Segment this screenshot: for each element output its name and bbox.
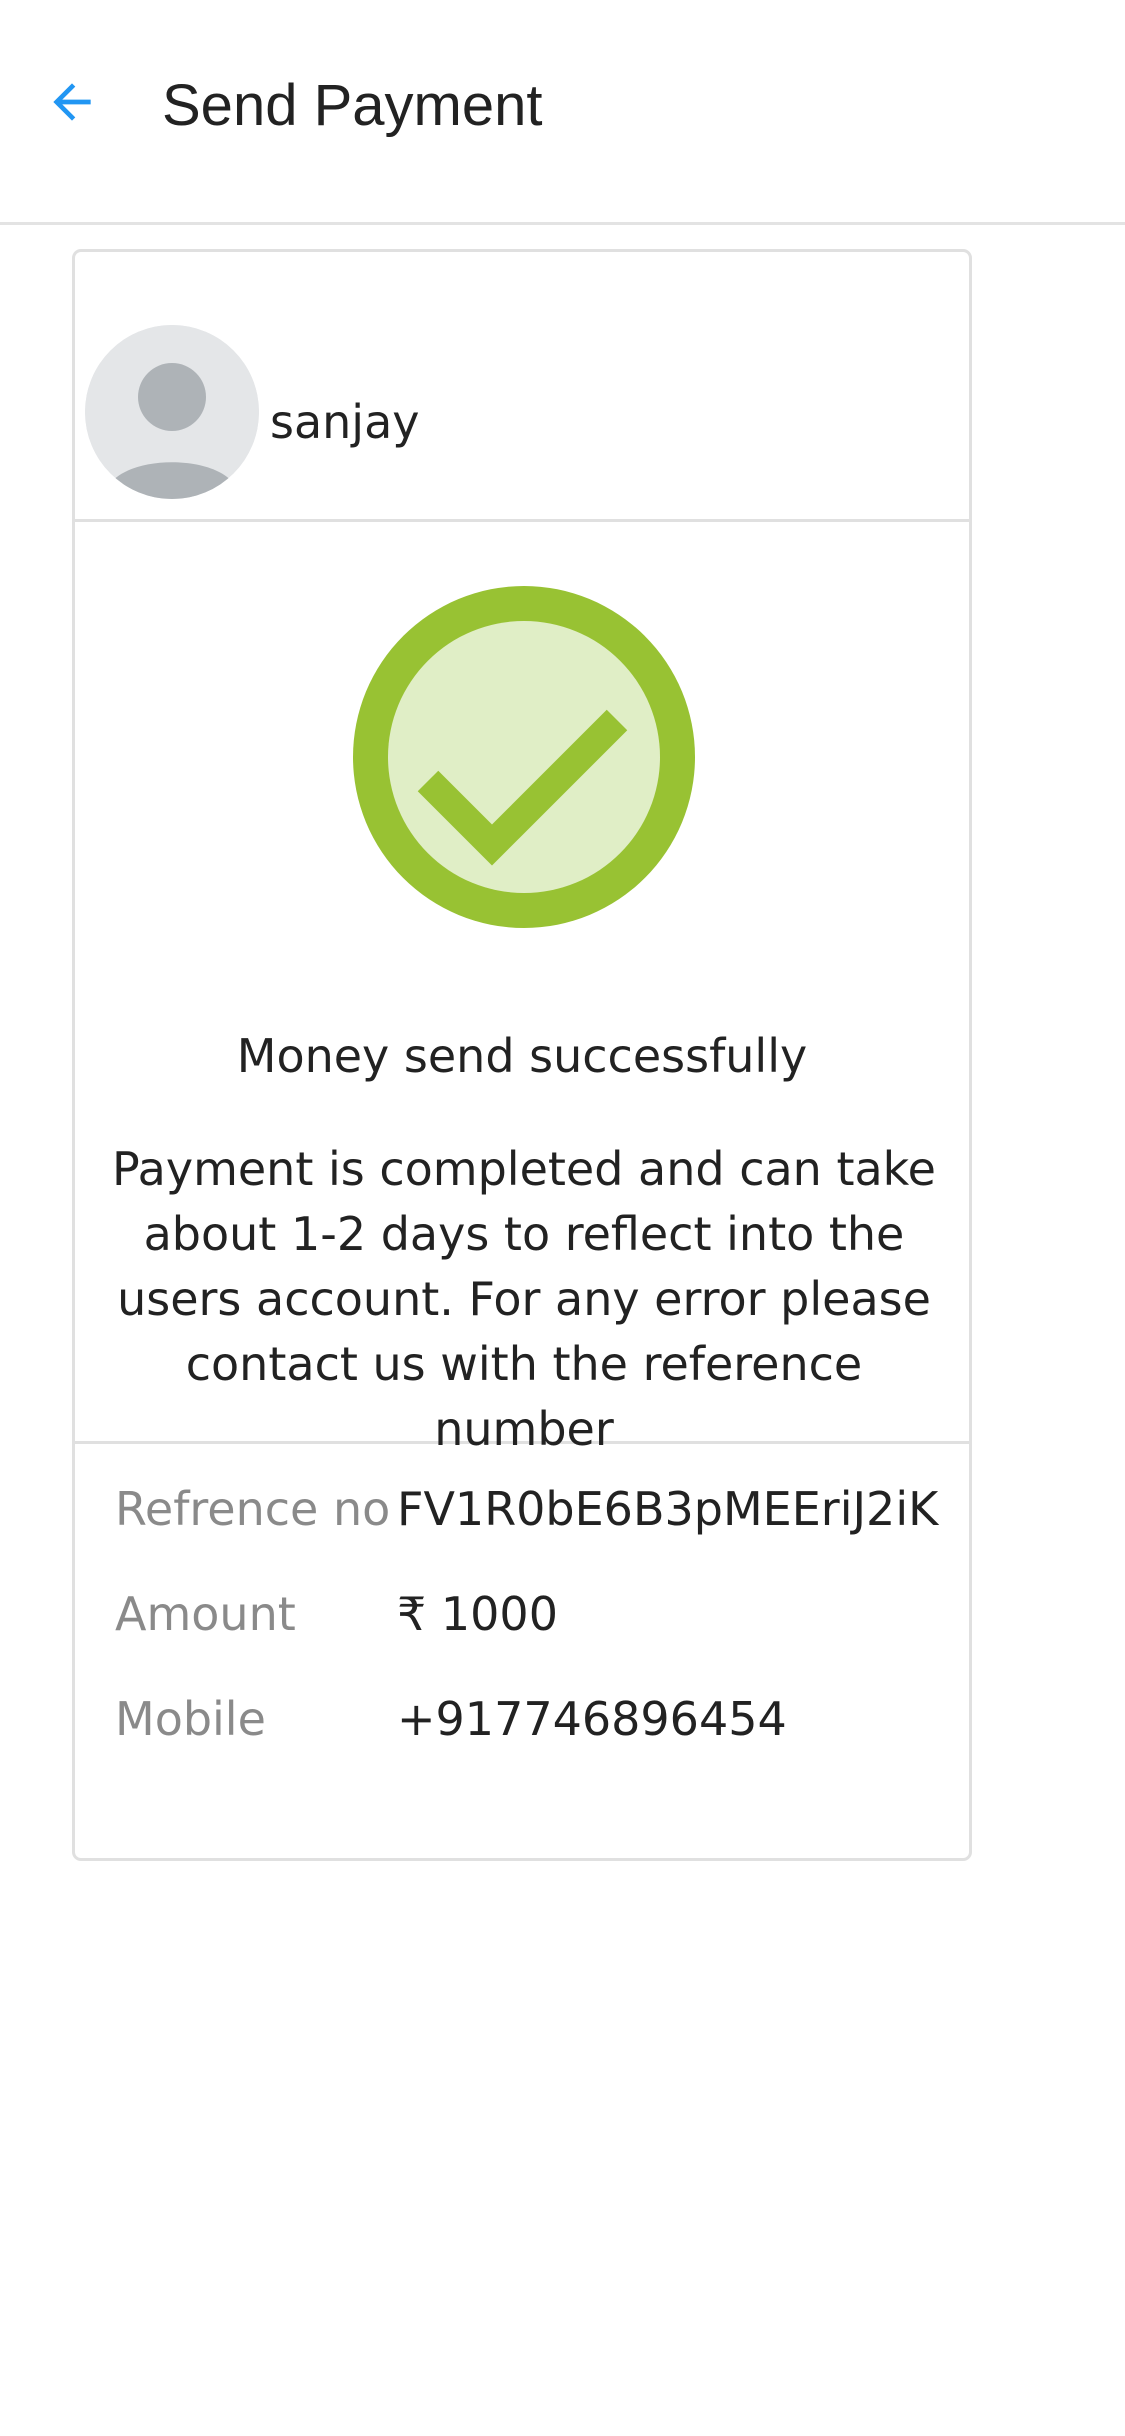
- user-avatar-icon: [85, 325, 259, 499]
- success-message: Payment is completed and can take about …: [111, 1142, 936, 1456]
- reference-row: Refrence no FV1R0bE6B3pMEEriJ2iK: [115, 1479, 938, 1539]
- success-section: Money send successfully Payment is compl…: [75, 522, 969, 1456]
- recipient-name: sanjay: [270, 395, 420, 449]
- payment-receipt-card: sanjay Money send successfully Payment i…: [72, 249, 972, 1861]
- back-button[interactable]: [36, 66, 108, 138]
- success-title: Money send successfully: [236, 1029, 808, 1083]
- mobile-label: Mobile: [115, 1692, 266, 1746]
- amount-row: Amount ₹ 1000: [115, 1584, 558, 1644]
- app-bar: Send Payment: [0, 0, 1125, 225]
- reference-label: Refrence no: [115, 1482, 391, 1536]
- reference-value: FV1R0bE6B3pMEEriJ2iK: [397, 1482, 939, 1536]
- amount-label: Amount: [115, 1587, 296, 1641]
- amount-value: ₹ 1000: [397, 1587, 558, 1641]
- check-circle-icon: [353, 586, 695, 928]
- avatar: [85, 325, 259, 499]
- recipient-header: sanjay: [75, 252, 969, 522]
- mobile-row: Mobile +917746896454: [115, 1689, 787, 1749]
- mobile-value: +917746896454: [397, 1692, 787, 1746]
- arrow-left-icon: [53, 83, 91, 121]
- page-title: Send Payment: [162, 73, 543, 138]
